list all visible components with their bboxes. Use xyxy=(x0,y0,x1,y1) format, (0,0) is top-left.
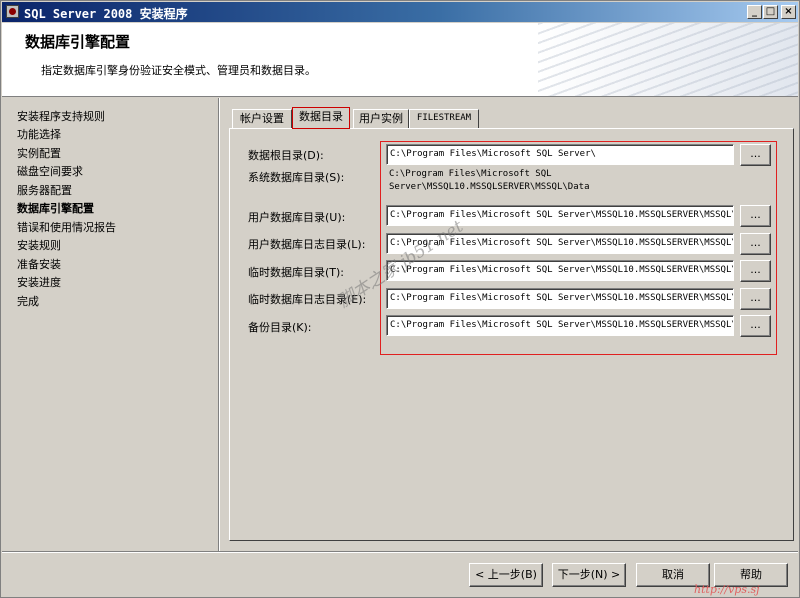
next-button[interactable]: 下一步(N) > xyxy=(552,563,626,587)
nav-item-complete[interactable]: 完成 xyxy=(17,293,39,309)
installer-window: SQL Server 2008 安装程序 _ □ × 数据库引擎配置 指定数据库… xyxy=(0,0,800,598)
tab-account-provisioning[interactable]: 帐户设置 xyxy=(232,109,292,128)
temp-log-directory-input[interactable]: C:\Program Files\Microsoft SQL Server\MS… xyxy=(386,288,734,309)
header-decoration xyxy=(538,23,798,96)
title-bar[interactable]: SQL Server 2008 安装程序 _ □ × xyxy=(2,2,798,22)
data-root-directory-input[interactable]: C:\Program Files\Microsoft SQL Server\ xyxy=(386,144,734,165)
page-subtitle: 指定数据库引擎身份验证安全模式、管理员和数据目录。 xyxy=(41,64,316,77)
page-title: 数据库引擎配置 xyxy=(25,33,131,51)
window-title: SQL Server 2008 安装程序 xyxy=(24,7,188,21)
backup-directory-label: 备份目录(K): xyxy=(248,321,312,334)
system-database-directory-label: 系统数据库目录(S): xyxy=(248,171,345,184)
data-root-directory-label: 数据根目录(D): xyxy=(248,149,324,162)
temp-database-directory-input[interactable]: C:\Program Files\Microsoft SQL Server\MS… xyxy=(386,260,734,281)
user-database-directory-label: 用户数据库目录(U): xyxy=(248,211,346,224)
nav-item-database-engine-configuration[interactable]: 数据库引擎配置 xyxy=(17,200,94,216)
backup-browse-button[interactable]: ... xyxy=(740,315,771,337)
close-button[interactable]: × xyxy=(781,5,796,19)
nav-item-server-configuration[interactable]: 服务器配置 xyxy=(17,182,72,198)
user-log-directory-label: 用户数据库日志目录(L): xyxy=(248,238,366,251)
nav-item-installation-rules[interactable]: 安装规则 xyxy=(17,237,61,253)
system-database-directory-value: C:\Program Files\Microsoft SQL Server\MS… xyxy=(389,168,589,194)
data-root-browse-button[interactable]: ... xyxy=(740,144,771,166)
nav-item-ready-to-install[interactable]: 准备安装 xyxy=(17,256,61,272)
user-log-browse-button[interactable]: ... xyxy=(740,233,771,255)
back-button[interactable]: < 上一步(B) xyxy=(469,563,543,587)
backup-directory-input[interactable]: C:\Program Files\Microsoft SQL Server\MS… xyxy=(386,315,734,336)
nav-item-instance-configuration[interactable]: 实例配置 xyxy=(17,145,61,161)
temp-database-directory-label: 临时数据库目录(T): xyxy=(248,266,345,279)
nav-item-error-reporting[interactable]: 错误和使用情况报告 xyxy=(17,219,116,235)
user-log-directory-input[interactable]: C:\Program Files\Microsoft SQL Server\MS… xyxy=(386,233,734,254)
url-watermark: http://vps.sj xyxy=(694,583,760,596)
sql-server-app-icon xyxy=(6,5,19,18)
nav-item-setup-support-rules[interactable]: 安装程序支持规则 xyxy=(17,108,105,124)
nav-item-installation-progress[interactable]: 安装进度 xyxy=(17,274,61,290)
temp-log-directory-label: 临时数据库日志目录(E): xyxy=(248,293,367,306)
tab-user-instances[interactable]: 用户实例 xyxy=(353,109,409,128)
temp-database-browse-button[interactable]: ... xyxy=(740,260,771,282)
tab-data-directories[interactable]: 数据目录 xyxy=(292,107,350,129)
temp-log-browse-button[interactable]: ... xyxy=(740,288,771,310)
nav-divider xyxy=(218,98,220,551)
footer-divider xyxy=(2,551,798,553)
nav-item-feature-selection[interactable]: 功能选择 xyxy=(17,126,61,142)
user-database-directory-input[interactable]: C:\Program Files\Microsoft SQL Server\MS… xyxy=(386,205,734,226)
step-navigation: 安装程序支持规则 功能选择 实例配置 磁盘空间要求 服务器配置 数据库引擎配置 … xyxy=(2,98,218,551)
user-database-browse-button[interactable]: ... xyxy=(740,205,771,227)
minimize-button[interactable]: _ xyxy=(747,5,762,19)
maximize-button[interactable]: □ xyxy=(763,5,778,19)
system-database-directory-line-2: Server\MSSQL10.MSSQLSERVER\MSSQL\Data xyxy=(389,182,590,192)
nav-item-disk-space[interactable]: 磁盘空间要求 xyxy=(17,163,83,179)
page-header: 数据库引擎配置 指定数据库引擎身份验证安全模式、管理员和数据目录。 xyxy=(2,23,798,97)
tab-filestream[interactable]: FILESTREAM xyxy=(409,109,479,128)
system-database-directory-line-1: C:\Program Files\Microsoft SQL xyxy=(389,169,552,179)
